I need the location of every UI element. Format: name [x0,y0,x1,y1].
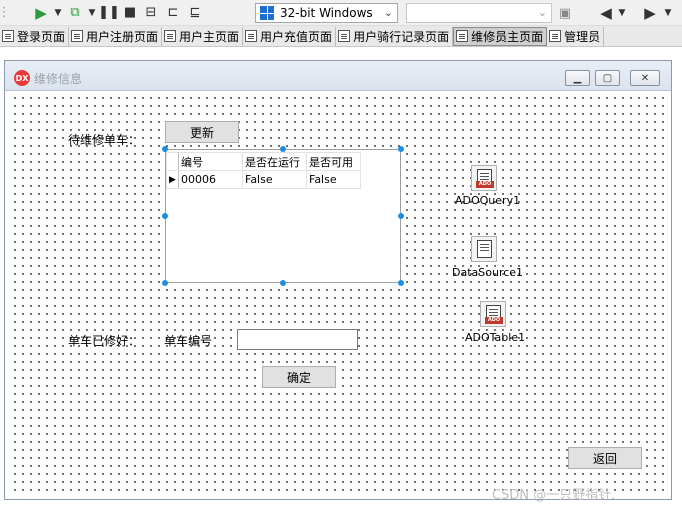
datasource-component-icon[interactable] [471,236,497,262]
bike-number-label: 单车编号 [164,334,213,348]
form-titlebar[interactable]: DX 维修信息 ▁ ▢ ✕ [5,61,671,91]
tab-recharge-page[interactable]: 用户充值页面 [243,26,337,46]
close-icon[interactable]: ✕ [630,70,660,86]
back-arrow-icon[interactable]: ◀ [596,2,616,24]
resize-handle[interactable] [398,280,404,286]
target-platform-select[interactable]: 32-bit Windows ⌄ [255,3,398,23]
watermark: CSDN @一只野指针. [492,488,616,503]
grid-cell[interactable]: 00006 [178,170,243,189]
chevron-down-icon: ⌄ [383,6,393,19]
form-file-icon [164,30,177,42]
file-tabs: 登录页面 用户注册页面 用户主页面 用户充值页面 用户骑行记录页面 维修员主页面… [0,26,682,47]
resize-handle[interactable] [398,146,404,152]
adoquery-component-icon[interactable]: ADO [471,165,497,191]
trace-into-icon[interactable]: ⊏ [162,2,184,24]
bikes-grid[interactable]: 编号 是否在运行 是否可用 ▶ 00006 False False [165,149,401,283]
run-without-debug-icon[interactable]: ⧉ [64,2,86,24]
resize-handle[interactable] [162,280,168,286]
form-file-icon [245,30,258,42]
resize-handle[interactable] [280,280,286,286]
chevron-down-icon: ⌄ [537,6,547,19]
grid-cell[interactable]: False [242,170,307,189]
dx-logo-icon: DX [14,70,30,86]
tab-ride-record-page[interactable]: 用户骑行记录页面 [336,26,454,46]
pending-bikes-label: 待维修单车： [68,133,141,147]
run-icon[interactable]: ▶ [30,2,52,24]
grid-table: 编号 是否在运行 是否可用 ▶ 00006 False False [166,152,361,189]
adotable-label: ADOTable1 [465,331,526,344]
back-dropdown-icon[interactable]: ▼ [616,2,628,24]
tab-admin[interactable]: 管理员 [547,26,605,46]
stop-icon[interactable]: ■ [120,2,140,24]
table-row[interactable]: ▶ 00006 False False [166,170,361,189]
resize-handle[interactable] [398,213,404,219]
row-indicator-icon: ▶ [166,170,179,189]
grid-cell[interactable]: False [306,170,361,189]
windows-icon [260,6,274,20]
grip-icon: ⋮ [0,5,11,20]
form-file-icon [71,30,84,42]
datasource-label: DataSource1 [452,266,524,279]
tab-user-main-page[interactable]: 用户主页面 [162,26,244,46]
clipboard-icon[interactable]: ▣ [556,2,574,24]
configuration-select[interactable]: ⌄ [406,3,552,23]
refresh-button[interactable]: 更新 [165,121,239,143]
column-header[interactable]: 是否可用 [306,152,361,171]
run-dropdown-icon[interactable]: ▼ [52,2,64,24]
resize-handle[interactable] [162,213,168,219]
form-file-icon [2,30,14,42]
target-platform-value: 32-bit Windows [280,6,373,20]
tab-register-page[interactable]: 用户注册页面 [69,26,163,46]
run-to-cursor-icon[interactable]: ⊑ [184,2,206,24]
back-button[interactable]: 返回 [568,447,642,469]
bike-number-input[interactable] [237,329,358,350]
maximize-icon[interactable]: ▢ [595,70,620,86]
form-file-icon [456,30,469,42]
form-file-icon [338,30,351,42]
minimize-icon[interactable]: ▁ [565,70,590,86]
adoquery-label: ADOQuery1 [455,194,521,207]
adotable-component-icon[interactable]: ADO [480,301,506,327]
repaired-label: 单车已修好： [68,334,141,348]
ide-toolbar: ⋮ ▶ ▼ ⧉ ▼ ❚❚ ■ ⊟ ⊏ ⊑ 32-bit Windows ⌄ ⌄ … [0,0,682,26]
resize-handle[interactable] [280,146,286,152]
resize-handle[interactable] [162,146,168,152]
column-header[interactable]: 是否在运行 [242,152,307,171]
pause-icon[interactable]: ❚❚ [98,2,120,24]
run-without-debug-dropdown-icon[interactable]: ▼ [86,2,98,24]
step-over-icon[interactable]: ⊟ [140,2,162,24]
grid-header-row: 编号 是否在运行 是否可用 [166,152,361,171]
form-title: 维修信息 [34,72,83,86]
forward-arrow-icon[interactable]: ▶ [640,2,660,24]
tab-repairman-main-page[interactable]: 维修员主页面 [453,26,548,46]
forward-dropdown-icon[interactable]: ▼ [662,2,674,24]
tab-login-page[interactable]: 登录页面 [0,26,70,46]
confirm-button[interactable]: 确定 [262,366,336,388]
form-file-icon [549,30,562,42]
column-header[interactable]: 编号 [178,152,243,171]
